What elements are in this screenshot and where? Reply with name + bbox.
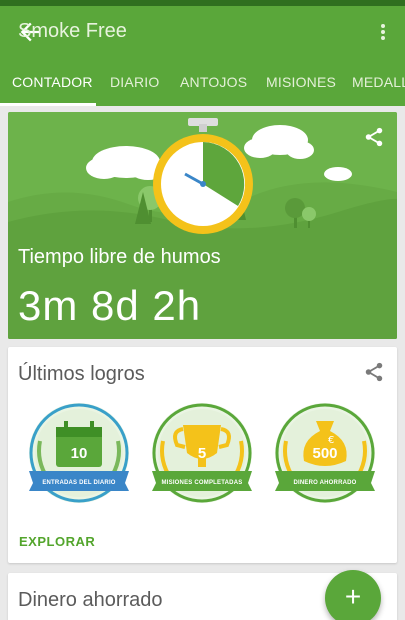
tab-antojos[interactable]: ANTOJOS (180, 74, 247, 90)
badge-value: 5 (197, 445, 207, 462)
badge-diary-entries[interactable]: 10 ENTRADAS DEL DIARIO (26, 401, 132, 511)
tab-contador[interactable]: CONTADOR (12, 74, 93, 90)
tab-medallas[interactable]: MEDALL (352, 74, 405, 90)
share-icon[interactable] (363, 361, 385, 383)
add-button[interactable]: + (325, 570, 381, 620)
tab-diario[interactable]: DIARIO (110, 74, 159, 90)
share-icon[interactable] (363, 126, 385, 148)
badge-caption: DINERO AHORRADO (293, 480, 357, 486)
money-saved-title: Dinero ahorrado (18, 589, 163, 611)
smoke-free-time: 3m 8d 2h (18, 282, 202, 329)
badge-missions[interactable]: 5 MISIONES COMPLETADAS (149, 401, 255, 511)
tab-indicator (0, 103, 96, 106)
plus-icon: + (344, 581, 362, 612)
explore-button[interactable]: EXPLORAR (19, 534, 95, 549)
app-bar: Smoke Free (0, 6, 405, 58)
app-title: Smoke Free (18, 20, 127, 42)
achievements-title: Últimos logros (18, 363, 145, 385)
badge-caption: ENTRADAS DEL DIARIO (42, 480, 116, 486)
badge-value: 500 (312, 445, 338, 462)
achievements-card: Últimos logros 10 ENTRADAS DEL DIARIO 5 … (8, 347, 397, 563)
tab-bar: CONTADOR DIARIO ANTOJOS MISIONES MEDALL (0, 58, 405, 106)
badge-value: 10 (70, 445, 88, 462)
tab-misiones[interactable]: MISIONES (266, 74, 336, 90)
badge-caption: MISIONES COMPLETADAS (161, 480, 243, 486)
more-vert-icon[interactable] (371, 18, 395, 46)
smoke-free-label: Tiempo libre de humos (18, 246, 221, 268)
badge-money-saved[interactable]: € 500 DINERO AHORRADO (272, 401, 378, 511)
smoke-free-counter-card: Tiempo libre de humos 3m 8d 2h (8, 112, 397, 339)
